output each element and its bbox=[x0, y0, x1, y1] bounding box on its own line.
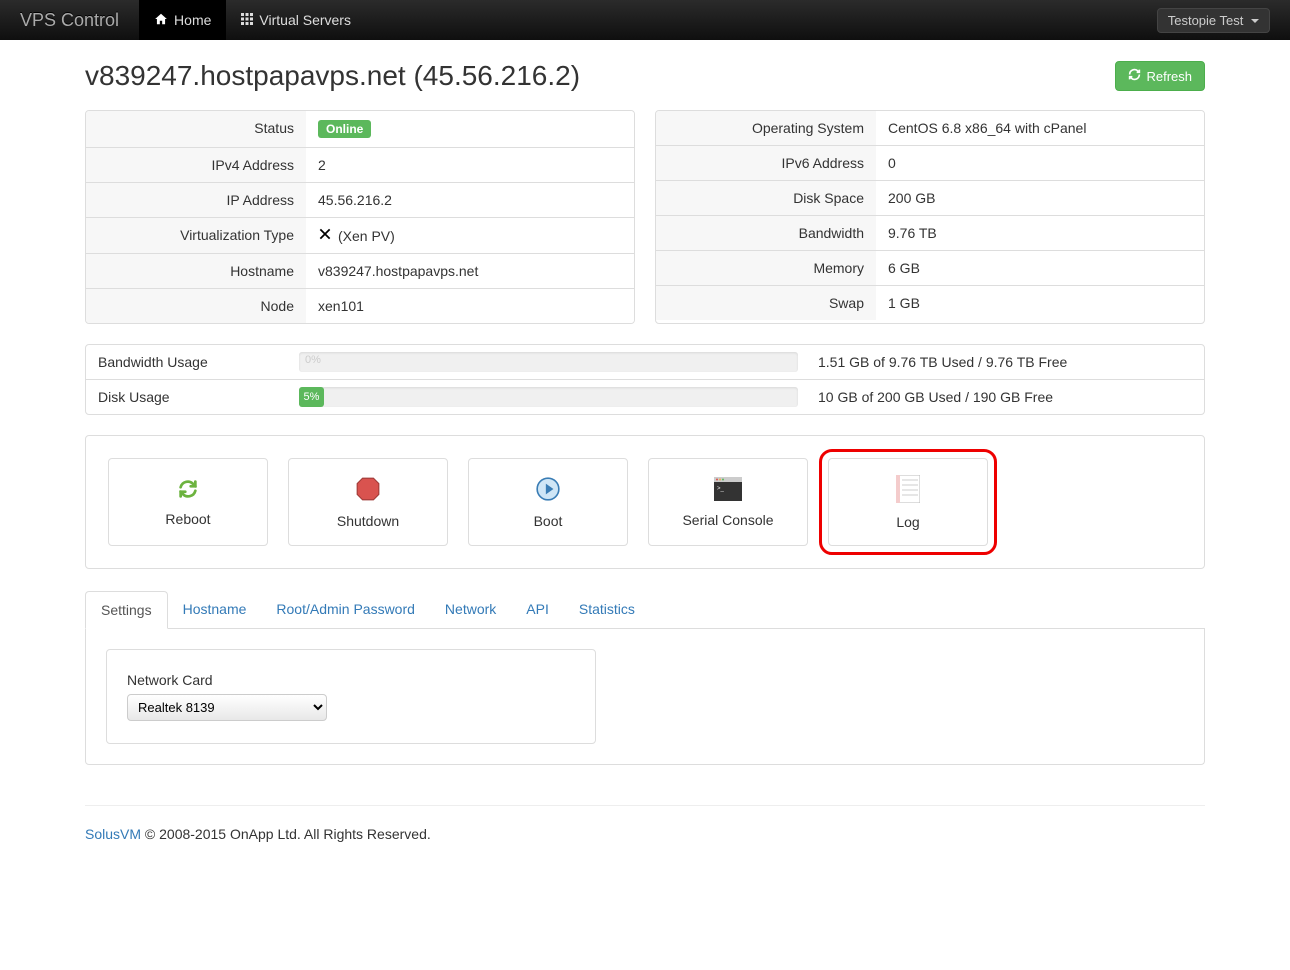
user-name: Testopie Test bbox=[1168, 13, 1244, 28]
tabs: Settings Hostname Root/Admin Password Ne… bbox=[85, 591, 1205, 629]
boot-button[interactable]: Boot bbox=[468, 458, 628, 546]
ipv4-label: IPv4 Address bbox=[86, 148, 306, 182]
diskspace-label: Disk Space bbox=[656, 181, 876, 215]
bandwidth-value: 9.76 TB bbox=[876, 216, 1204, 250]
log-icon bbox=[896, 475, 920, 506]
serial-console-button[interactable]: >_ Serial Console bbox=[648, 458, 808, 546]
hostname-label: Hostname bbox=[86, 254, 306, 288]
shutdown-label: Shutdown bbox=[337, 513, 399, 529]
footer-divider bbox=[85, 805, 1205, 806]
reboot-icon bbox=[175, 478, 201, 503]
hostname-value: v839247.hostpapavps.net bbox=[306, 254, 634, 288]
log-label: Log bbox=[896, 514, 919, 530]
network-card-select[interactable]: Realtek 8139 bbox=[127, 694, 327, 721]
os-value: CentOS 6.8 x86_64 with cPanel bbox=[876, 111, 1204, 145]
nav-home[interactable]: Home bbox=[139, 0, 226, 40]
swap-value: 1 GB bbox=[876, 286, 1204, 320]
usage-table: Bandwidth Usage 0% 1.51 GB of 9.76 TB Us… bbox=[85, 344, 1205, 415]
tab-root-password[interactable]: Root/Admin Password bbox=[261, 591, 430, 628]
bw-usage-text: 1.51 GB of 9.76 TB Used / 9.76 TB Free bbox=[806, 345, 1204, 379]
nav-vservers-label: Virtual Servers bbox=[259, 12, 351, 28]
tab-hostname[interactable]: Hostname bbox=[168, 591, 262, 628]
disk-pct-text: 5% bbox=[299, 387, 324, 407]
bw-pct-text: 0% bbox=[305, 354, 321, 366]
ipv4-value: 2 bbox=[306, 148, 634, 182]
bw-usage-label: Bandwidth Usage bbox=[86, 345, 291, 379]
home-icon bbox=[154, 12, 168, 29]
server-info-left: Status Online IPv4 Address2 IP Address45.… bbox=[85, 110, 635, 324]
boot-label: Boot bbox=[534, 513, 563, 529]
footer: SolusVM © 2008-2015 OnApp Ltd. All Right… bbox=[85, 826, 1205, 872]
user-menu-button[interactable]: Testopie Test bbox=[1157, 8, 1270, 33]
svg-text:>_: >_ bbox=[717, 486, 725, 492]
brand: VPS Control bbox=[0, 10, 139, 31]
xen-icon bbox=[318, 227, 332, 244]
node-value: xen101 bbox=[306, 289, 634, 323]
status-badge: Online bbox=[318, 120, 371, 138]
tab-statistics[interactable]: Statistics bbox=[564, 591, 650, 628]
network-card-label: Network Card bbox=[127, 672, 575, 688]
node-label: Node bbox=[86, 289, 306, 323]
caret-down-icon bbox=[1251, 19, 1259, 23]
bandwidth-label: Bandwidth bbox=[656, 216, 876, 250]
virt-value: (Xen PV) bbox=[338, 228, 395, 244]
ip-value: 45.56.216.2 bbox=[306, 183, 634, 217]
shutdown-icon bbox=[355, 476, 381, 505]
page-title: v839247.hostpapavps.net (45.56.216.2) bbox=[85, 60, 580, 92]
refresh-icon bbox=[1128, 68, 1141, 84]
disk-usage-label: Disk Usage bbox=[86, 380, 291, 414]
virt-label: Virtualization Type bbox=[86, 218, 306, 253]
boot-icon bbox=[535, 476, 561, 505]
ipv6-value: 0 bbox=[876, 146, 1204, 180]
nav-home-label: Home bbox=[174, 12, 211, 28]
bw-progress: 0% bbox=[299, 352, 798, 372]
serial-label: Serial Console bbox=[682, 512, 773, 528]
reboot-button[interactable]: Reboot bbox=[108, 458, 268, 546]
swap-label: Swap bbox=[656, 286, 876, 320]
log-button[interactable]: Log bbox=[828, 458, 988, 546]
server-info-right: Operating SystemCentOS 6.8 x86_64 with c… bbox=[655, 110, 1205, 324]
status-label: Status bbox=[86, 111, 306, 147]
disk-progress: 5% bbox=[299, 387, 798, 407]
grid-icon bbox=[241, 12, 253, 28]
tab-api[interactable]: API bbox=[511, 591, 564, 628]
nav-virtual-servers[interactable]: Virtual Servers bbox=[226, 0, 366, 40]
memory-value: 6 GB bbox=[876, 251, 1204, 285]
disk-usage-text: 10 GB of 200 GB Used / 190 GB Free bbox=[806, 380, 1204, 414]
memory-label: Memory bbox=[656, 251, 876, 285]
ip-label: IP Address bbox=[86, 183, 306, 217]
tab-settings[interactable]: Settings bbox=[85, 591, 168, 629]
shutdown-button[interactable]: Shutdown bbox=[288, 458, 448, 546]
actions-panel: Reboot Shutdown Boot >_ Serial Console L… bbox=[85, 435, 1205, 569]
os-label: Operating System bbox=[656, 111, 876, 145]
ipv6-label: IPv6 Address bbox=[656, 146, 876, 180]
footer-link[interactable]: SolusVM bbox=[85, 826, 141, 842]
refresh-button[interactable]: Refresh bbox=[1115, 61, 1205, 91]
footer-text: © 2008-2015 OnApp Ltd. All Rights Reserv… bbox=[141, 826, 431, 842]
reboot-label: Reboot bbox=[165, 511, 210, 527]
settings-panel: Network Card Realtek 8139 bbox=[85, 629, 1205, 765]
terminal-icon: >_ bbox=[714, 477, 742, 504]
top-navbar: VPS Control Home Virtual Servers Testopi… bbox=[0, 0, 1290, 40]
diskspace-value: 200 GB bbox=[876, 181, 1204, 215]
tab-network[interactable]: Network bbox=[430, 591, 511, 628]
refresh-label: Refresh bbox=[1146, 69, 1192, 84]
